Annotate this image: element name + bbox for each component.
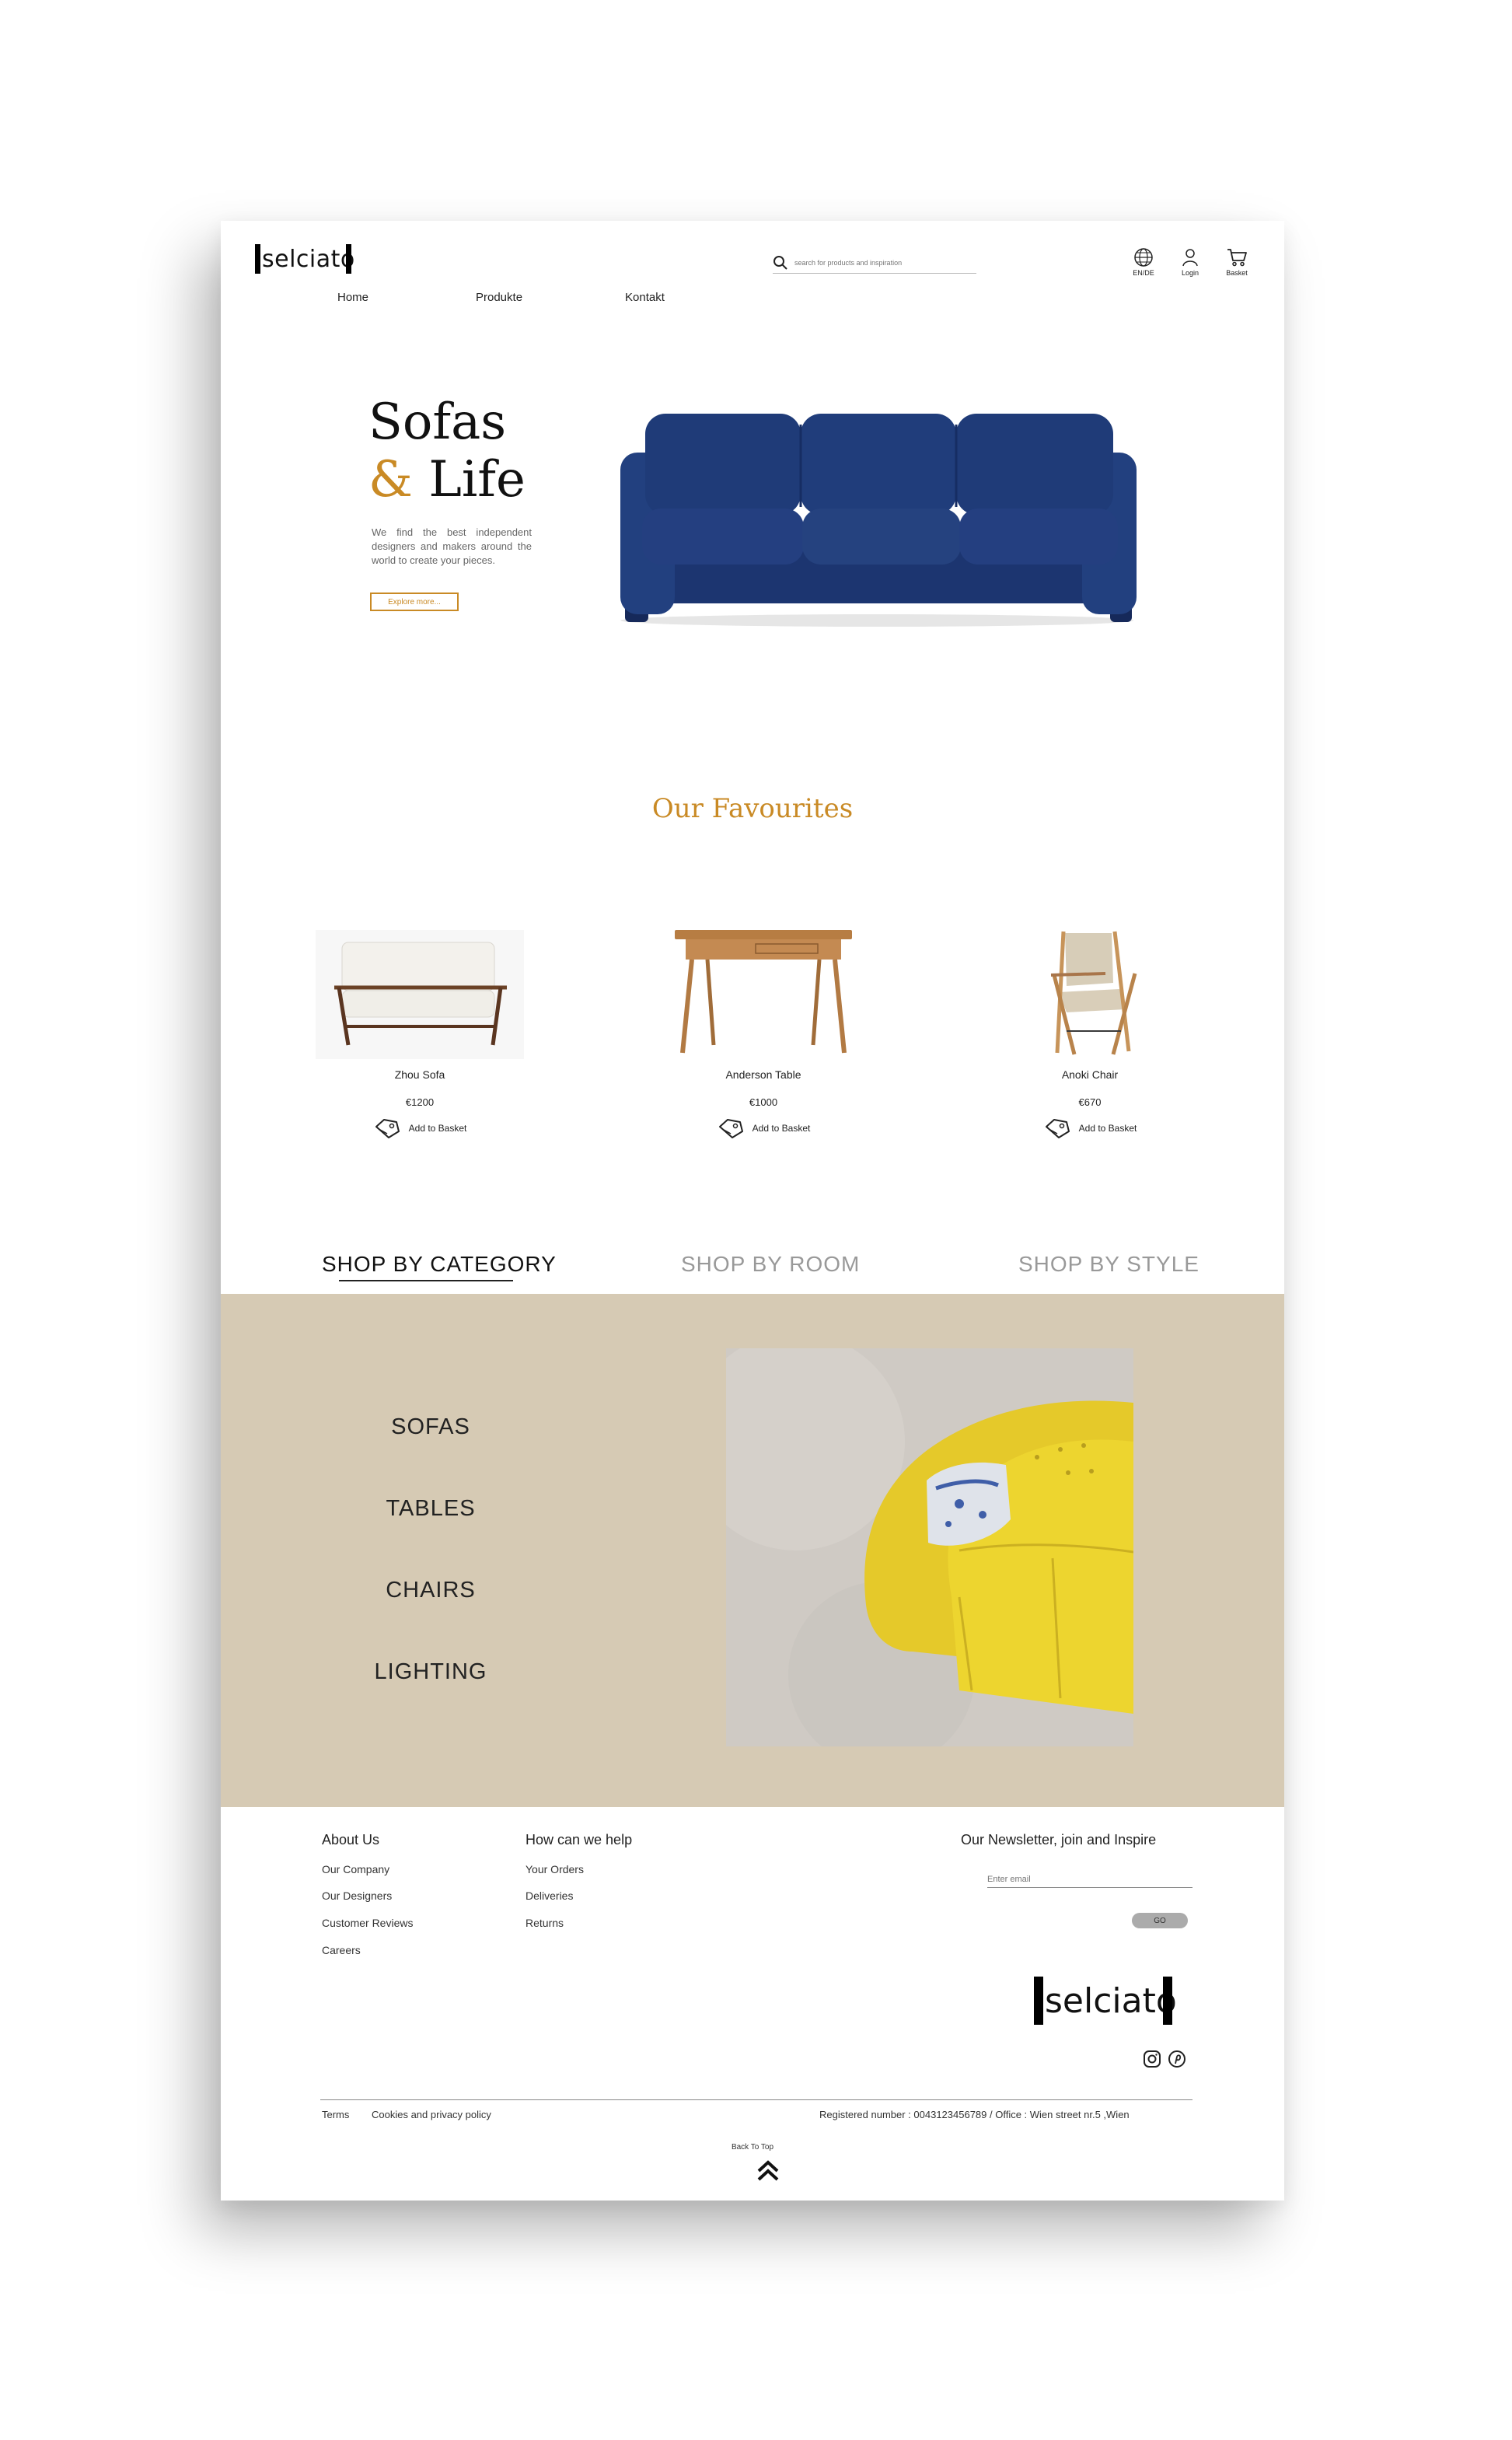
explore-more-button[interactable]: Explore more... [370,593,459,611]
nav-kontakt[interactable]: Kontakt [625,291,665,304]
footer-link-our-designers[interactable]: Our Designers [322,1889,392,1902]
yellow-sofa-image [726,1348,1133,1746]
pinterest-icon[interactable] [1168,2050,1186,2068]
hero-title-line2: Life [412,451,526,509]
cart-icon [1227,249,1247,267]
tag-icon [1045,1119,1070,1138]
search-bar [773,252,976,274]
product-image[interactable] [639,928,888,1061]
hero-description: We find the best independent designers a… [372,526,532,566]
footer-terms-link[interactable]: Terms [322,2109,349,2120]
hero-sofa-image [620,414,1137,627]
footer-link-your-orders[interactable]: Your Orders [526,1863,584,1875]
anoki-chair-image [1050,931,1137,1055]
category-chairs[interactable]: CHAIRS [314,1578,547,1603]
footer-about-title: About Us [322,1832,380,1847]
tab-shop-by-category[interactable]: SHOP BY CATEGORY [322,1252,557,1277]
tag-icon [375,1119,400,1138]
product-name[interactable]: Zhou Sofa [295,1068,544,1081]
tab-shop-by-room[interactable]: SHOP BY ROOM [681,1252,860,1277]
newsletter-title: Our Newsletter, join and Inspire [961,1832,1157,1847]
globe-icon [1134,248,1153,267]
product-price: €1200 [405,1096,435,1108]
brand-logo[interactable]: selciato [255,244,354,274]
footer-logo[interactable]: selciato [1034,1977,1177,2025]
add-to-basket-label: Add to Basket [1078,1123,1137,1134]
category-tables[interactable]: TABLES [314,1496,547,1522]
category-sofas[interactable]: SOFAS [314,1414,547,1440]
product-name[interactable]: Anderson Table [639,1068,888,1081]
hero-title-line1: Sofas [368,393,507,451]
category-lighting[interactable]: LIGHTING [314,1659,547,1685]
footer-help-title: How can we help [526,1832,633,1847]
page-card: selciato EN/DE Login Basket Home Produkt… [221,221,1284,2201]
footer-link-customer-reviews[interactable]: Customer Reviews [322,1917,413,1929]
hero-title: Sofas & Life [368,393,526,509]
add-to-basket-label: Add to Basket [408,1123,467,1134]
hero-title-amp: & [368,451,413,509]
footer-registered-info: Registered number : 0043123456789 / Offi… [819,2109,1130,2120]
tab-shop-by-style[interactable]: SHOP BY STYLE [1018,1252,1199,1277]
basket-label: Basket [1226,269,1248,277]
product-price: €1000 [749,1096,778,1108]
logo-text: selciato [262,245,355,273]
add-to-basket-label: Add to Basket [752,1123,811,1134]
newsletter-go-button[interactable]: GO [1132,1913,1188,1928]
product-price: €670 [1078,1096,1102,1108]
social-links [1143,2050,1186,2068]
product-card[interactable]: Anoki Chair €670 Add to Basket [966,928,1214,1139]
product-image[interactable] [295,928,544,1061]
login-button[interactable]: Login [1175,247,1205,277]
active-tab-underline [339,1280,513,1281]
newsletter-email-input[interactable] [987,1871,1192,1888]
footer-cookies-link[interactable]: Cookies and privacy policy [372,2109,491,2120]
user-icon [1182,249,1198,267]
footer-link-deliveries[interactable]: Deliveries [526,1889,573,1902]
header-tools: EN/DE Login Basket [1129,247,1252,277]
language-label: EN/DE [1133,269,1154,277]
product-image[interactable] [966,928,1214,1061]
logo-bar-left [255,244,260,274]
add-to-basket-button[interactable]: Add to Basket [295,1117,544,1139]
add-to-basket-button[interactable]: Add to Basket [966,1117,1214,1139]
nav-home[interactable]: Home [337,291,368,304]
product-name[interactable]: Anoki Chair [966,1068,1214,1081]
login-label: Login [1181,269,1199,277]
logo-bar-right [1162,1977,1172,2025]
main-nav: Home Produkte Kontakt [221,291,1284,309]
category-panel: SOFAS TABLES CHAIRS LIGHTING [221,1294,1284,1807]
search-icon[interactable] [773,255,788,271]
footer-link-careers[interactable]: Careers [322,1944,361,1956]
language-switch[interactable]: EN/DE [1129,247,1158,277]
tag-icon [718,1119,743,1138]
footer-link-our-company[interactable]: Our Company [322,1863,389,1875]
footer-link-returns[interactable]: Returns [526,1917,564,1929]
nav-produkte[interactable]: Produkte [476,291,522,304]
double-chevron-up-icon[interactable] [756,2159,780,2182]
footer-divider [320,2099,1192,2100]
logo-bar-right [345,244,351,274]
search-input[interactable] [794,258,966,267]
add-to-basket-button[interactable]: Add to Basket [639,1117,888,1139]
category-photo [726,1348,1133,1746]
logo-bar-left [1034,1977,1043,2025]
zhou-sofa-image [316,930,524,1059]
favourites-title: Our Favourites [651,793,854,824]
product-card[interactable]: Anderson Table €1000 Add to Basket [639,928,888,1139]
back-to-top-label[interactable]: Back To Top [221,2143,1284,2152]
logo-text: selciato [1045,1980,1177,2021]
product-card[interactable]: Zhou Sofa €1200 Add to Basket [295,928,544,1139]
instagram-icon[interactable] [1143,2050,1161,2068]
anderson-table-image [675,930,852,1054]
basket-button[interactable]: Basket [1222,247,1252,277]
